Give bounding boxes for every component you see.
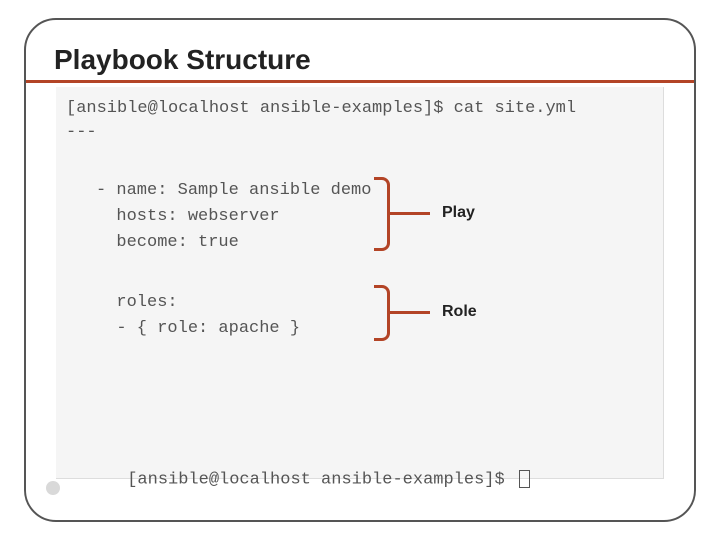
yaml-roles-item: - { role: apache } bbox=[96, 319, 300, 338]
bracket-play-arm-icon bbox=[390, 212, 430, 215]
annotation-play: Play bbox=[442, 204, 475, 222]
slide-title: Playbook Structure bbox=[26, 44, 694, 83]
content-area: [ansible@localhost ansible-examples]$ ca… bbox=[26, 83, 694, 509]
annotation-role: Role bbox=[442, 303, 477, 321]
corner-dot-icon bbox=[46, 481, 60, 495]
bracket-play-icon bbox=[374, 177, 390, 251]
yaml-dashes: --- bbox=[66, 123, 97, 142]
yaml-play-become: become: true bbox=[96, 233, 239, 252]
yaml-roles-header: roles: bbox=[96, 293, 178, 312]
yaml-play-hosts: hosts: webserver bbox=[96, 207, 280, 226]
bracket-role-icon bbox=[374, 285, 390, 341]
prompt-line-1: [ansible@localhost ansible-examples]$ ca… bbox=[66, 99, 576, 118]
slide-frame: Playbook Structure [ansible@localhost an… bbox=[24, 18, 696, 522]
terminal-background bbox=[56, 87, 664, 479]
prompt-2-text: [ansible@localhost ansible-examples]$ bbox=[127, 470, 515, 489]
bracket-role-arm-icon bbox=[390, 311, 430, 314]
prompt-line-2: [ansible@localhost ansible-examples]$ bbox=[66, 451, 530, 508]
cursor-icon bbox=[519, 470, 530, 488]
yaml-play-name: - name: Sample ansible demo bbox=[96, 181, 371, 200]
